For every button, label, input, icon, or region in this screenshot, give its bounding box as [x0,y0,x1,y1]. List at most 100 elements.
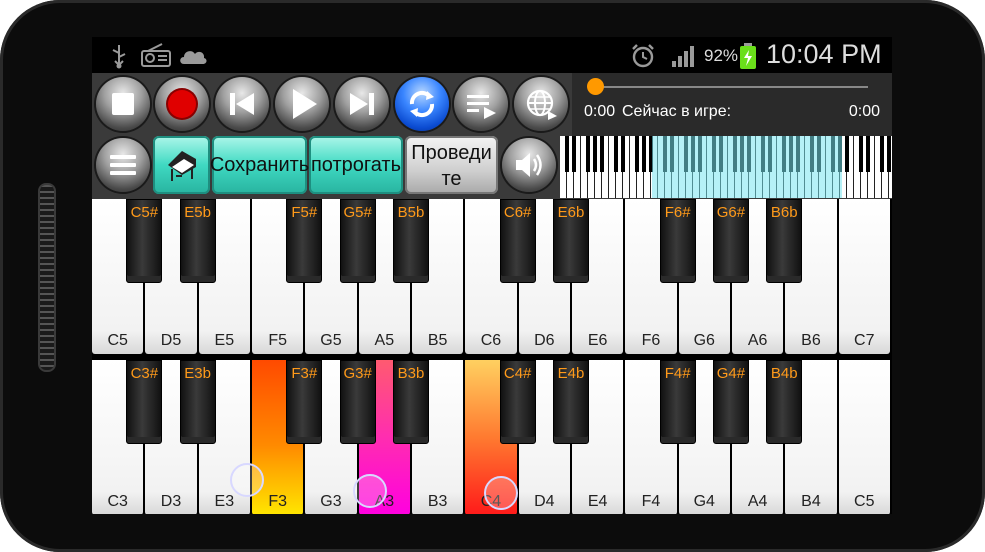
mini-black-key [887,136,891,172]
skip-forward-icon [350,93,374,115]
speaker-grille [38,183,56,372]
black-key[interactable]: C4# [499,360,536,444]
play-icon [293,89,317,119]
white-key[interactable]: C7 [838,199,890,354]
white-key-label: C3 [107,493,128,510]
white-key-label: B4 [801,493,821,510]
black-key-label: G3# [343,365,372,382]
mini-black-key [586,136,590,172]
black-key[interactable]: F3# [286,360,323,444]
black-key-label: E4b [557,365,585,382]
instrument-button[interactable] [153,136,210,194]
mini-black-key [845,136,849,172]
black-key[interactable]: G4# [712,360,749,444]
mini-black-key [600,136,604,172]
touch-mode-button[interactable]: потрогать [309,136,403,194]
black-key-label: C5# [130,204,159,221]
black-key[interactable]: B5b [392,199,429,283]
web-button[interactable] [514,77,568,131]
black-key[interactable]: G5# [339,199,376,283]
black-key-label: G6# [716,204,746,221]
globe-icon [526,89,557,120]
status-bar: 92% 10:04 PM [92,37,892,73]
visible-range-highlight[interactable] [652,136,842,198]
black-key[interactable]: B6b [766,199,803,283]
current-time: 0:00 [584,103,616,120]
radio-icon [141,43,171,67]
black-key[interactable]: C6# [499,199,536,283]
black-key[interactable]: E5b [179,199,216,283]
touch-indicator [484,476,518,510]
progress-thumb[interactable] [587,78,604,95]
play-button[interactable] [275,77,329,131]
black-key[interactable]: F4# [659,360,696,444]
white-key-label: B5 [427,332,448,349]
black-key-label: F5# [291,204,318,221]
save-button[interactable]: Сохранить [210,136,309,194]
black-key[interactable]: E3b [179,360,216,444]
black-key[interactable]: C3# [126,360,163,444]
black-key[interactable]: B4b [766,360,803,444]
mini-black-key [880,136,884,172]
swipe-mode-label: Проведите [411,142,492,190]
black-key-label: G5# [343,204,372,221]
white-key-label: B3 [427,493,448,510]
speaker-icon [516,153,542,177]
record-icon [168,90,196,118]
white-key-label: F5 [268,332,287,349]
previous-button[interactable] [215,77,269,131]
black-key-label: B4b [770,365,798,382]
menu-icon [110,155,136,175]
usb-icon [112,45,126,69]
white-key-label: D4 [534,493,555,510]
black-key[interactable]: G3# [339,360,376,444]
white-key-label: B6 [801,332,821,349]
white-key-label: C5 [854,493,875,510]
volume-button[interactable] [502,138,556,192]
cloud-icon [180,51,207,64]
white-key-label: E5 [214,332,235,349]
stop-button[interactable] [96,77,150,131]
black-key[interactable]: C5# [126,199,163,283]
white-key[interactable]: C5 [838,360,890,514]
keyboard-range-selector[interactable] [560,136,892,198]
next-button[interactable] [335,77,389,131]
playlist-button[interactable] [454,77,508,131]
black-key[interactable]: B3b [392,360,429,444]
swipe-mode-button[interactable]: Проведите [405,136,498,194]
white-key-label: C6 [480,332,502,349]
white-key-label: G6 [693,332,715,349]
keyboard-upper: C5 D5 E5 F5 G5 A5 B5 C6 D6 E6 F6 G6 A6 B6 C7 C5# E5b F5#… [92,199,892,357]
stop-icon [112,93,134,115]
progress-track[interactable] [594,86,868,88]
now-playing-label: Сейчас в игре: [622,103,732,120]
black-key-label: E5b [184,204,211,221]
battery-percent: 92% [704,46,739,65]
loop-button[interactable] [395,77,449,131]
menu-button[interactable] [96,138,150,192]
mini-black-key [565,136,569,172]
alarm-icon [632,44,654,68]
white-key-label: C7 [854,332,875,349]
signal-icon [672,46,694,67]
black-key[interactable]: E4b [552,360,589,444]
black-key-label: C4# [503,365,532,382]
black-key-label: C3# [130,365,159,382]
black-key-label: F4# [664,365,691,382]
black-key-label: B5b [397,204,425,221]
phone-frame: 92% 10:04 PM 0:00 Сейчас в игре: 0:00 Со… [0,0,985,552]
black-key-label: F6# [664,204,691,221]
black-key[interactable]: E6b [552,199,589,283]
black-key[interactable]: G6# [712,199,749,283]
white-key-label: G4 [693,493,715,510]
white-key-label: F3 [268,493,287,510]
white-key-label: F4 [641,493,661,510]
white-key-label: A5 [374,332,395,349]
black-key[interactable]: F6# [659,199,696,283]
white-key-label: D5 [160,332,182,349]
record-button[interactable] [155,77,209,131]
touch-indicator [230,463,264,497]
white-key-label: C5 [107,332,128,349]
mini-black-key [859,136,863,172]
black-key[interactable]: F5# [286,199,323,283]
